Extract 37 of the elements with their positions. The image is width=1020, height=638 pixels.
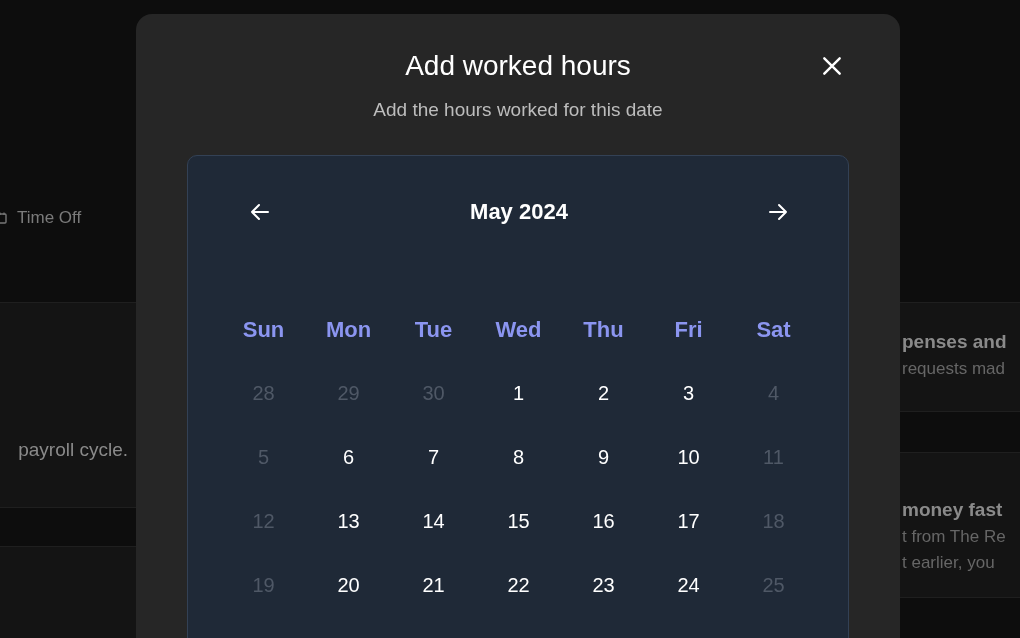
- calendar-day[interactable]: 1: [512, 381, 525, 405]
- calendar-day[interactable]: 7: [427, 445, 440, 469]
- calendar-day[interactable]: 9: [597, 445, 610, 469]
- calendar-day[interactable]: 3: [682, 381, 695, 405]
- calendar-icon: [0, 212, 7, 224]
- calendar-day[interactable]: 13: [337, 509, 360, 533]
- month-title: May 2024: [470, 199, 568, 225]
- card-text: t from The Re: [902, 527, 1007, 547]
- dialog-title: Add worked hours: [405, 49, 631, 83]
- calendar-day[interactable]: 2: [597, 381, 610, 405]
- calendar-day[interactable]: 15: [507, 509, 530, 533]
- close-icon[interactable]: [821, 55, 843, 77]
- weekday-label: Wed: [495, 317, 542, 343]
- calendar-day[interactable]: 17: [677, 509, 700, 533]
- weekday-label: Mon: [325, 317, 372, 343]
- weekday-label: Tue: [414, 317, 453, 343]
- calendar-day[interactable]: 10: [677, 445, 700, 469]
- calendar-day[interactable]: 22: [507, 573, 530, 597]
- calendar-day[interactable]: 6: [342, 445, 355, 469]
- calendar-day[interactable]: 8: [512, 445, 525, 469]
- calendar-day[interactable]: 24: [677, 573, 700, 597]
- dialog-subtitle: Add the hours worked for this date: [373, 98, 663, 122]
- card-text: t earlier, you: [902, 553, 996, 573]
- nav-item[interactable]: Time Off: [17, 208, 82, 228]
- weekday-label: Thu: [583, 317, 624, 343]
- calendar-day[interactable]: 20: [337, 573, 360, 597]
- card-title: money fast: [902, 499, 1004, 521]
- calendar-day[interactable]: 16: [592, 509, 615, 533]
- card-text: payroll cycle.: [18, 439, 128, 461]
- card-title: penses and: [902, 331, 1008, 353]
- card-text: requests mad: [902, 359, 1006, 379]
- weekday-label: Sun: [242, 317, 285, 343]
- weekday-label: Fri: [674, 317, 703, 343]
- calendar-day[interactable]: 21: [422, 573, 445, 597]
- weekday-label: Sat: [756, 317, 791, 343]
- calendar-day[interactable]: 14: [422, 509, 445, 533]
- calendar-day[interactable]: 23: [592, 573, 615, 597]
